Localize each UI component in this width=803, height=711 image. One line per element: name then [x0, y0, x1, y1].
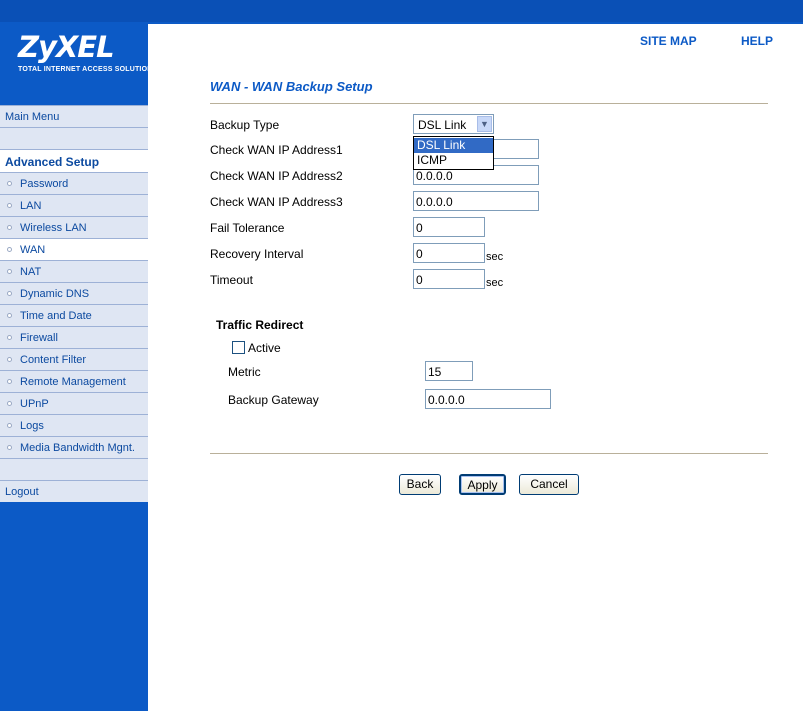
bullet-icon: [7, 247, 12, 252]
sidebar-item-wireless-lan[interactable]: Wireless LAN: [0, 216, 148, 238]
sidebar-item-media-bandwidth[interactable]: Media Bandwidth Mgnt.: [0, 436, 148, 458]
traffic-redirect-title: Traffic Redirect: [216, 318, 304, 332]
backup-gateway-label: Backup Gateway: [228, 393, 319, 407]
sidebar-section-label: Advanced Setup: [5, 155, 100, 169]
sidebar-item-label: Password: [20, 178, 69, 190]
top-header-strip: [0, 0, 803, 22]
timeout-input[interactable]: 0: [413, 269, 485, 289]
bullet-icon: [7, 335, 12, 340]
dropdown-option-dsl-link[interactable]: DSL Link: [414, 138, 493, 153]
sidebar-item-label: Content Filter: [20, 354, 87, 366]
sidebar-item-label: UPnP: [20, 398, 49, 410]
chevron-down-icon[interactable]: ▼: [477, 116, 492, 132]
sidebar-item-label: LAN: [20, 200, 42, 212]
bullet-icon: [7, 445, 12, 450]
back-button[interactable]: Back: [399, 474, 441, 495]
check-wan-ip1-label: Check WAN IP Address1: [210, 143, 343, 157]
dropdown-option-icmp[interactable]: ICMP: [414, 153, 493, 168]
bullet-icon: [7, 313, 12, 318]
header-links-bar: [148, 24, 803, 52]
sidebar-item-label: Wireless LAN: [20, 222, 87, 234]
bullet-icon: [7, 401, 12, 406]
sidebar-item-logs[interactable]: Logs: [0, 414, 148, 436]
backup-gateway-input[interactable]: 0.0.0.0: [425, 389, 551, 409]
sidebar-item-label: Logout: [5, 486, 39, 498]
bullet-icon: [7, 423, 12, 428]
help-link[interactable]: HELP: [741, 34, 773, 48]
sidebar-item-label: Remote Management: [20, 376, 126, 388]
sidebar-item-dynamic-dns[interactable]: Dynamic DNS: [0, 282, 148, 304]
site-map-link[interactable]: SITE MAP: [640, 34, 697, 48]
bullet-icon: [7, 291, 12, 296]
backup-type-select[interactable]: DSL Link ▼: [413, 114, 494, 134]
backup-type-selected-value: DSL Link: [418, 118, 467, 132]
sidebar-item-label: Time and Date: [20, 310, 92, 322]
sidebar-item-label: NAT: [20, 266, 42, 278]
sidebar-item-label: WAN: [20, 244, 46, 256]
bullet-icon: [7, 357, 12, 362]
page-title: WAN - WAN Backup Setup: [210, 79, 373, 94]
backup-type-dropdown-list: DSL Link ICMP: [413, 136, 494, 170]
sidebar-spacer: [0, 127, 148, 149]
bullet-icon: [7, 225, 12, 230]
divider: [210, 453, 768, 454]
active-checkbox[interactable]: [232, 341, 245, 354]
fail-tolerance-label: Fail Tolerance: [210, 221, 285, 235]
check-wan-ip3-label: Check WAN IP Address3: [210, 195, 343, 209]
sidebar-item-logout[interactable]: Logout: [0, 480, 148, 502]
sidebar-item-password[interactable]: Password: [0, 172, 148, 194]
sidebar-section-advanced-setup: Advanced Setup: [0, 149, 148, 172]
sidebar-item-upnp[interactable]: UPnP: [0, 392, 148, 414]
recovery-interval-label: Recovery Interval: [210, 247, 304, 261]
backup-type-label: Backup Type: [210, 118, 280, 132]
metric-label: Metric: [228, 365, 261, 379]
sidebar-item-wan[interactable]: WAN: [0, 238, 148, 260]
sidebar-item-label: Logs: [20, 420, 44, 432]
cancel-button[interactable]: Cancel: [519, 474, 579, 495]
check-wan-ip2-label: Check WAN IP Address2: [210, 169, 343, 183]
recovery-interval-input[interactable]: 0: [413, 243, 485, 263]
sidebar-item-label: Main Menu: [5, 111, 60, 123]
apply-button[interactable]: Apply: [459, 474, 506, 495]
sidebar-item-nat[interactable]: NAT: [0, 260, 148, 282]
sidebar-item-firewall[interactable]: Firewall: [0, 326, 148, 348]
sidebar-spacer: [0, 458, 148, 480]
bullet-icon: [7, 203, 12, 208]
active-label: Active: [248, 341, 281, 355]
sidebar-item-main-menu[interactable]: Main Menu: [0, 105, 148, 127]
sidebar-item-label: Dynamic DNS: [20, 288, 90, 300]
logo-subtitle: TOTAL INTERNET ACCESS SOLUTION: [18, 66, 153, 73]
timeout-unit: sec: [486, 277, 504, 289]
logo-text: ZyXEL: [18, 30, 115, 64]
metric-input[interactable]: 15: [425, 361, 473, 381]
bullet-icon: [7, 269, 12, 274]
recovery-interval-unit: sec: [486, 251, 504, 263]
sidebar-item-time-and-date[interactable]: Time and Date: [0, 304, 148, 326]
divider: [210, 103, 768, 104]
timeout-label: Timeout: [210, 273, 253, 287]
sidebar-item-lan[interactable]: LAN: [0, 194, 148, 216]
sidebar-item-label: Firewall: [20, 332, 58, 344]
sidebar-item-remote-management[interactable]: Remote Management: [0, 370, 148, 392]
check-wan-ip3-input[interactable]: 0.0.0.0: [413, 191, 539, 211]
bullet-icon: [7, 379, 12, 384]
sidebar-item-label: Media Bandwidth Mgnt.: [20, 442, 135, 454]
bullet-icon: [7, 181, 12, 186]
fail-tolerance-input[interactable]: 0: [413, 217, 485, 237]
sidebar-item-content-filter[interactable]: Content Filter: [0, 348, 148, 370]
